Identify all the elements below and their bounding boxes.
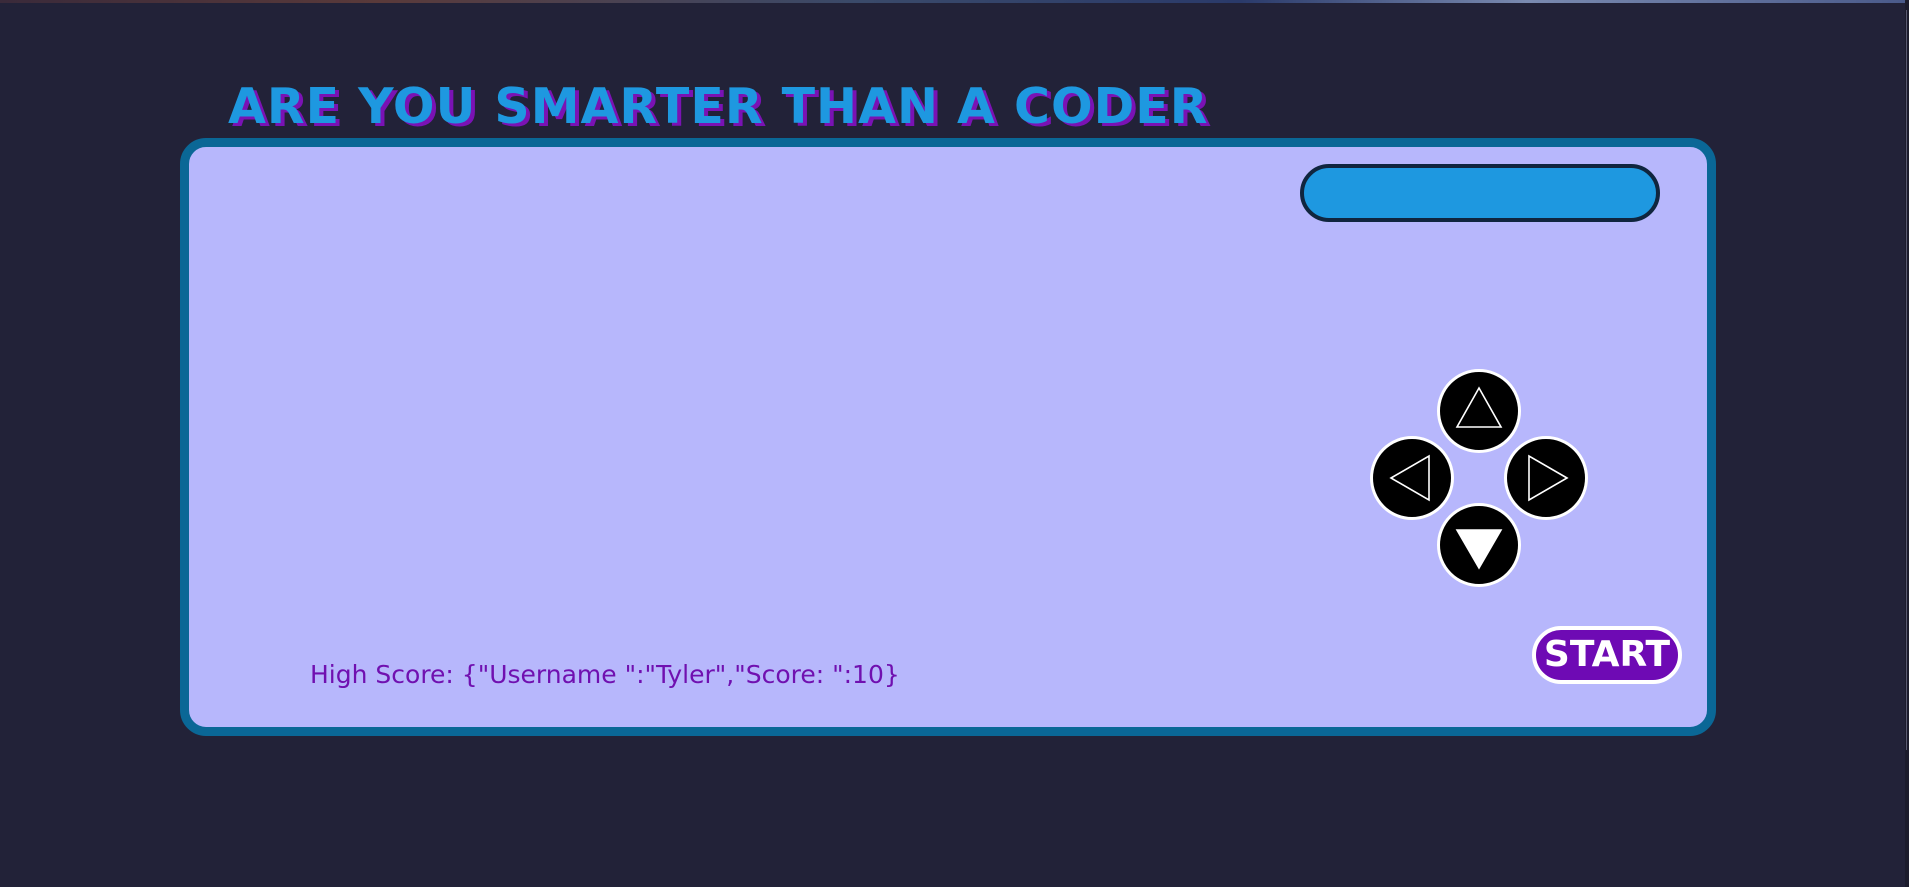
scrollbar-thumb[interactable]: [1906, 10, 1907, 750]
right-arrow-icon: [1528, 454, 1569, 502]
page-title: ARE YOU SMARTER THAN A CODER: [228, 78, 1209, 135]
timer-bar: [1300, 164, 1660, 222]
down-arrow-icon: [1455, 529, 1503, 570]
high-score-text: High Score: {"Username ":"Tyler","Score:…: [310, 660, 900, 689]
start-button[interactable]: START: [1532, 626, 1682, 684]
down-button[interactable]: [1437, 503, 1521, 587]
